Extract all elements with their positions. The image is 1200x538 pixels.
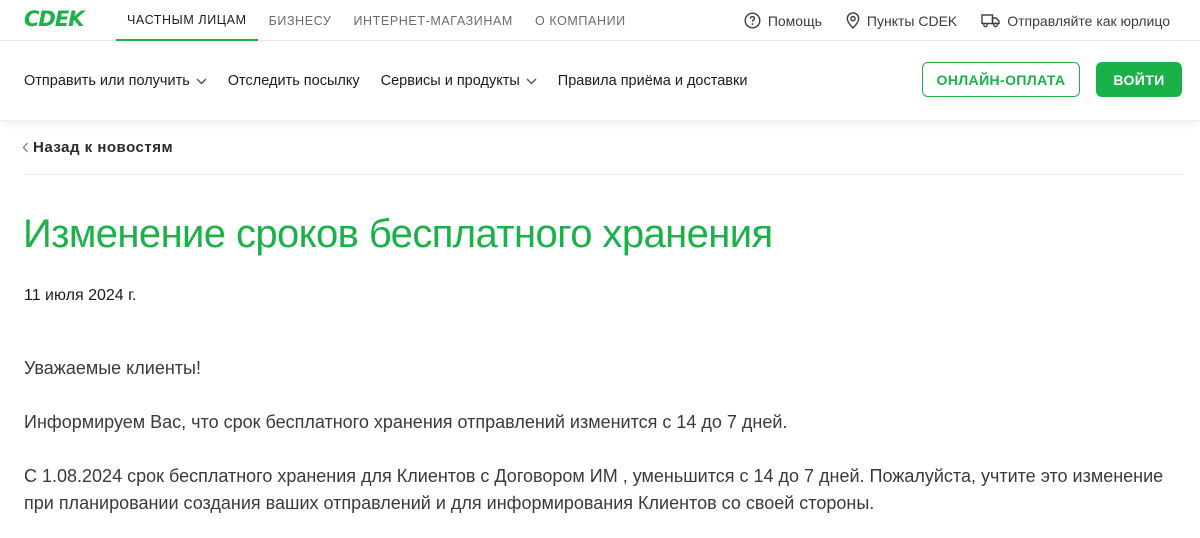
truck-icon <box>981 14 1000 28</box>
help-label: Помощь <box>767 12 822 29</box>
tab-online-stores[interactable]: ИНТЕРНЕТ-МАГАЗИНАМ <box>342 0 523 41</box>
article-paragraph-1: Информируем Вас, что срок бесплатного хр… <box>24 412 788 432</box>
question-circle-icon <box>744 12 761 29</box>
points-label: Пункты CDEK <box>866 12 958 29</box>
menu-track-parcel-label: Отследить посылку <box>227 73 360 89</box>
tab-private-persons[interactable]: ЧАСТНЫМ ЛИЦАМ <box>116 0 258 41</box>
article-paragraph-2: С 1.08.2024 срок бесплатного хранения дл… <box>24 466 1164 513</box>
legal-entity-label: Отправляйте как юрлицо <box>1007 12 1170 29</box>
article-date: 11 июля 2024 г. <box>24 287 137 304</box>
menu-send-receive-label: Отправить или получить <box>24 73 190 89</box>
menu-track-parcel[interactable]: Отследить посылку <box>228 73 360 89</box>
audience-nav: ЧАСТНЫМ ЛИЦАМ БИЗНЕСУ ИНТЕРНЕТ-МАГАЗИНАМ… <box>116 0 637 41</box>
tab-business[interactable]: БИЗНЕСУ <box>258 0 343 41</box>
top-bar: CDEK ЧАСТНЫМ ЛИЦАМ БИЗНЕСУ ИНТЕРНЕТ-МАГА… <box>0 0 1200 41</box>
menu-send-receive[interactable]: Отправить или получить <box>24 73 207 89</box>
main-menu: Отправить или получить Отследить посылку… <box>24 41 768 121</box>
back-label: Назад к новостям <box>33 139 174 156</box>
chevron-left-icon <box>22 142 28 153</box>
article-greeting: Уважаемые клиенты! <box>24 358 201 378</box>
legal-entity-link[interactable]: Отправляйте как юрлицо <box>981 13 1170 29</box>
menu-rules-label: Правила приёма и доставки <box>557 73 748 89</box>
chevron-down-icon <box>196 78 207 84</box>
chevron-down-icon <box>526 78 537 84</box>
online-payment-button[interactable]: ОНЛАЙН-ОПЛАТА <box>922 62 1080 97</box>
help-link[interactable]: Помощь <box>744 12 822 29</box>
menu-services-products-label: Сервисы и продукты <box>380 73 520 89</box>
back-to-news-link[interactable]: Назад к новостям <box>22 139 173 156</box>
tab-about-company[interactable]: О КОМПАНИИ <box>524 0 637 41</box>
cdek-logo[interactable]: CDEK <box>24 7 84 31</box>
menu-services-products[interactable]: Сервисы и продукты <box>381 73 537 89</box>
login-button[interactable]: ВОЙТИ <box>1096 62 1182 97</box>
map-pin-icon <box>846 12 860 29</box>
article-title: Изменение сроков бесплатного хранения <box>23 212 773 256</box>
top-links: Помощь Пункты CDEK Отправляйте как юрлиц… <box>720 0 1170 41</box>
logo-text: CDEK <box>24 7 84 31</box>
menu-rules[interactable]: Правила приёма и доставки <box>558 73 748 89</box>
main-navigation: Отправить или получить Отследить посылку… <box>0 41 1200 121</box>
divider <box>24 174 1184 175</box>
points-link[interactable]: Пункты CDEK <box>846 12 957 29</box>
